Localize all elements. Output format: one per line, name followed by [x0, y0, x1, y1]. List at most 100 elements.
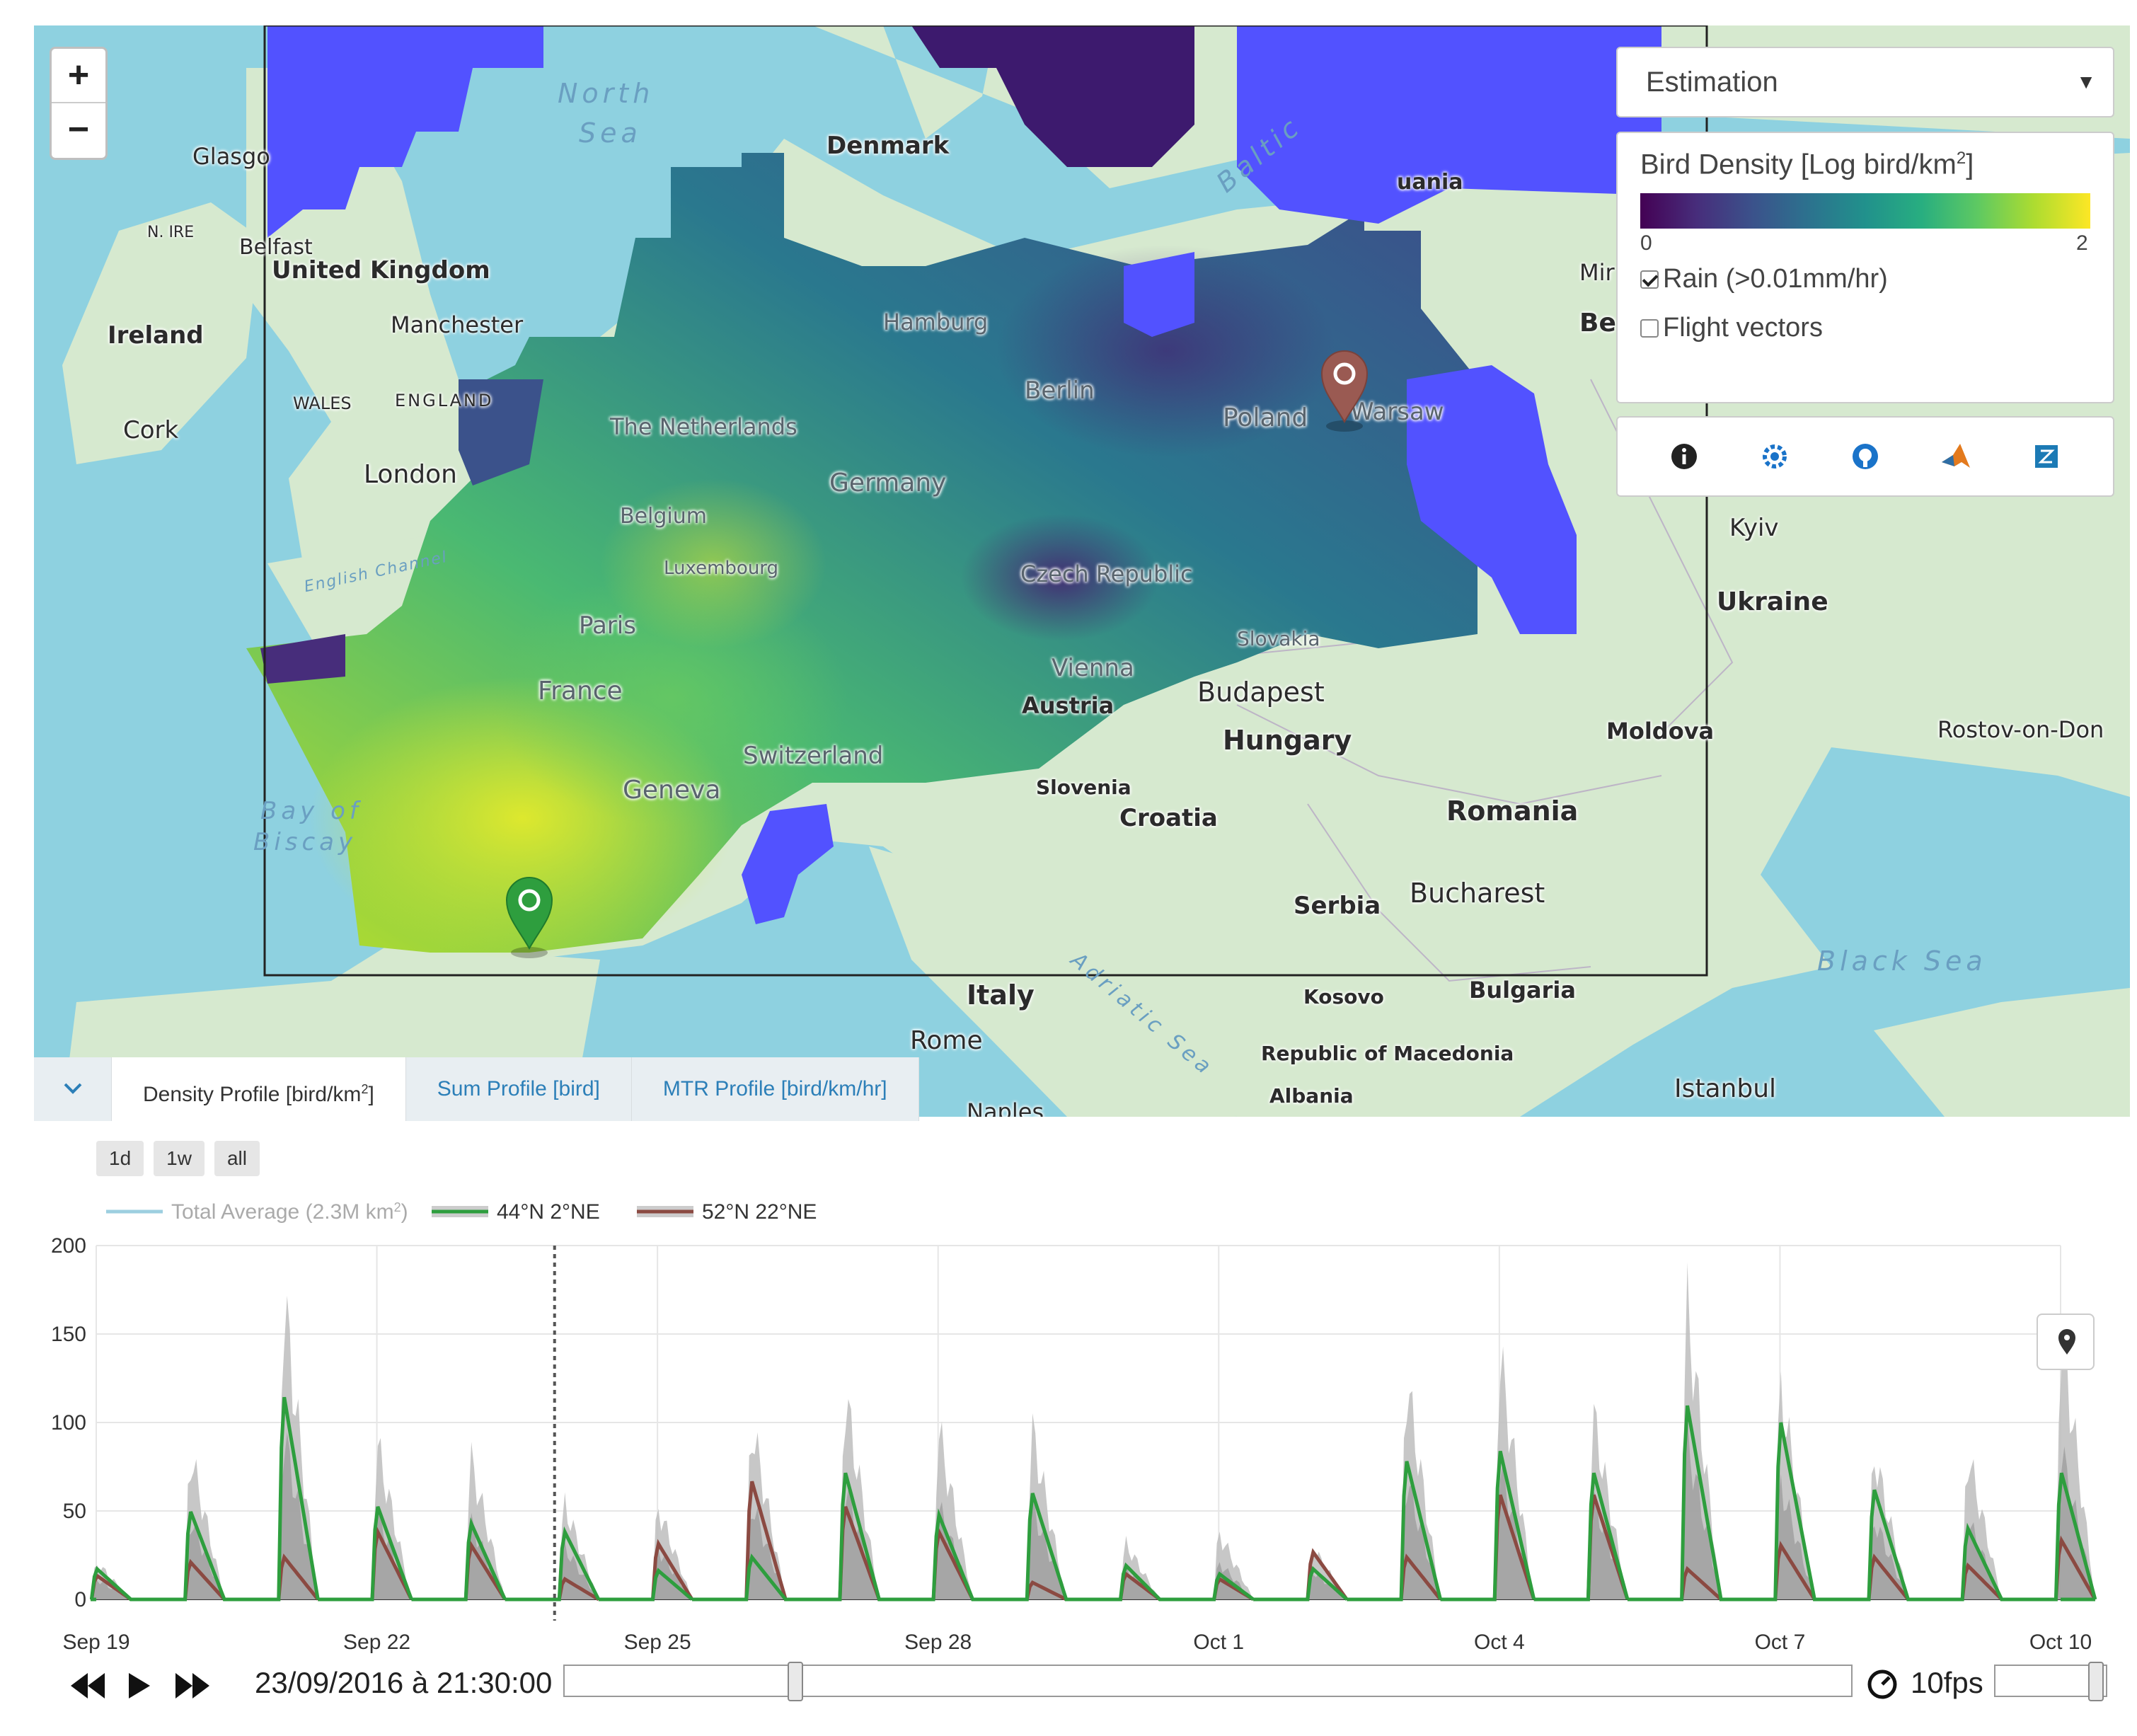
label-hungary: Hungary: [1223, 725, 1352, 756]
label-luxembourg: Luxembourg: [664, 558, 779, 579]
rain-checkbox[interactable]: [1640, 270, 1659, 289]
label-denmark: Denmark: [826, 132, 950, 160]
label-france: France: [538, 677, 623, 706]
fps-slider-thumb[interactable]: [2088, 1662, 2104, 1701]
label-minsk: Mir: [1579, 259, 1615, 286]
land-crimea: [1874, 988, 2130, 1117]
chevron-down-icon: [64, 1083, 81, 1094]
chevron-down-icon: ▼: [2076, 71, 2096, 93]
x-tick-label: Sep 25: [624, 1631, 691, 1654]
label-wales: WALES: [293, 393, 352, 413]
label-rome: Rome: [910, 1026, 983, 1055]
y-tick-label: 100: [51, 1411, 86, 1435]
map-pin-icon: [2058, 1329, 2075, 1355]
label-cork: Cork: [123, 416, 179, 444]
legend-label: 52°N 22°NE: [702, 1200, 817, 1224]
label-germany: Germany: [829, 469, 947, 498]
label-switzerland: Switzerland: [743, 742, 884, 770]
rain-toggle[interactable]: Rain (>0.01mm/hr): [1640, 264, 2090, 294]
x-tick-label: Oct 7: [1755, 1631, 1806, 1654]
x-tick-label: Sep 19: [62, 1631, 129, 1654]
tab-density-profile[interactable]: Density Profile [bird/km2]: [112, 1057, 406, 1121]
label-italy: Italy: [967, 979, 1035, 1011]
x-tick-label: Oct 10: [2029, 1631, 2092, 1654]
y-tick-label: 0: [74, 1588, 86, 1611]
map-view[interactable]: North Sea Baltic Bay of Biscay Adriatic …: [34, 25, 2130, 1117]
label-england: ENGLAND: [395, 391, 494, 410]
zoom-out-button[interactable]: −: [52, 103, 105, 158]
rewind-icon[interactable]: [68, 1670, 110, 1701]
label-glasgow: Glasgo: [192, 143, 270, 170]
legend-label: Total Average (2.3M km2): [171, 1200, 408, 1224]
label-bay-biscay: Bay of: [260, 797, 362, 825]
speed-gauge-icon: [1867, 1669, 1897, 1699]
label-austria: Austria: [1022, 692, 1114, 719]
label-serbia: Serbia: [1294, 892, 1381, 920]
label-hamburg: Hamburg: [883, 309, 989, 335]
label-albania: Albania: [1269, 1084, 1354, 1108]
density-profile-chart[interactable]: Total Average (2.3M km2) 44°N 2°NE 52°N 22…: [0, 1168, 2137, 1656]
label-lithuania: uania: [1397, 170, 1463, 195]
play-icon[interactable]: [125, 1670, 153, 1701]
label-budapest: Budapest: [1197, 677, 1325, 708]
y-tick-label: 200: [51, 1234, 86, 1258]
label-bucharest: Bucharest: [1410, 878, 1545, 909]
legend-label: 44°N 2°NE: [497, 1200, 600, 1224]
legend-panel: Bird Density [Log bird/km2] 0 2 Rain (>0…: [1616, 132, 2114, 403]
github-icon[interactable]: [1850, 441, 1881, 472]
x-tick-label: Sep 22: [343, 1631, 410, 1654]
gear-icon[interactable]: [1759, 441, 1790, 472]
estimation-select-value: Estimation: [1646, 67, 1778, 98]
legend-entry[interactable]: 52°N 22°NE: [637, 1200, 817, 1224]
label-north-sea-2: Sea: [579, 117, 642, 149]
label-black-sea: Black Sea: [1817, 945, 1987, 977]
legend-min: 0: [1640, 231, 1652, 255]
label-london: London: [364, 460, 457, 489]
pin-button[interactable]: [2037, 1314, 2095, 1370]
time-slider-thumb[interactable]: [788, 1662, 803, 1701]
x-tick-label: Oct 4: [1474, 1631, 1525, 1654]
label-vienna: Vienna: [1052, 654, 1134, 682]
tab-mtr-profile[interactable]: MTR Profile [bird/km/hr]: [631, 1057, 919, 1121]
label-moldova: Moldova: [1606, 718, 1715, 745]
marker-44N-2NE[interactable]: [504, 875, 555, 960]
links-panel: [1616, 416, 2114, 497]
label-be: Be: [1579, 309, 1616, 338]
label-poland: Poland: [1223, 403, 1308, 432]
label-manchester: Manchester: [391, 311, 524, 338]
label-geneva: Geneva: [623, 776, 721, 805]
label-kyiv: Kyiv: [1729, 514, 1779, 542]
label-rostov: Rostov-on-Don: [1937, 716, 2104, 743]
legend-colorbar: [1640, 193, 2090, 229]
tab-sum-profile[interactable]: Sum Profile [bird]: [405, 1057, 632, 1121]
marker-52N-22NE[interactable]: [1319, 348, 1370, 433]
legend-max: 2: [2076, 231, 2088, 255]
y-tick-label: 150: [51, 1323, 86, 1346]
legend-entry[interactable]: Total Average (2.3M km2): [106, 1200, 408, 1224]
flight-vectors-toggle[interactable]: Flight vectors: [1640, 313, 2090, 343]
rain-label: Rain (>0.01mm/hr): [1663, 264, 1888, 294]
time-slider[interactable]: [563, 1662, 1853, 1701]
y-tick-label: 50: [63, 1500, 86, 1523]
label-bulgaria: Bulgaria: [1469, 977, 1576, 1004]
label-belgium: Belgium: [620, 504, 707, 529]
fps-slider[interactable]: [1994, 1662, 2107, 1701]
zoom-in-button[interactable]: +: [52, 49, 105, 103]
legend-entry[interactable]: 44°N 2°NE: [432, 1200, 600, 1224]
label-paris: Paris: [579, 611, 636, 640]
label-slovakia: Slovakia: [1237, 627, 1320, 650]
label-ireland: Ireland: [108, 321, 204, 350]
x-tick-label: Oct 1: [1193, 1631, 1244, 1654]
label-naples: Naples: [967, 1098, 1044, 1117]
info-icon[interactable]: [1669, 441, 1700, 472]
fast-forward-icon[interactable]: [170, 1670, 212, 1701]
label-ukraine: Ukraine: [1717, 587, 1828, 616]
matlab-icon[interactable]: [1940, 441, 1971, 472]
collapse-toggle[interactable]: [34, 1057, 112, 1121]
label-n-ire: N. IRE: [147, 224, 195, 241]
estimation-select[interactable]: Estimation ▼: [1616, 47, 2114, 117]
legend-title: Bird Density [Log bird/km2]: [1640, 149, 1974, 180]
label-croatia: Croatia: [1119, 804, 1218, 832]
flight-vectors-checkbox[interactable]: [1640, 318, 1659, 338]
zenodo-icon[interactable]: [2031, 441, 2062, 472]
